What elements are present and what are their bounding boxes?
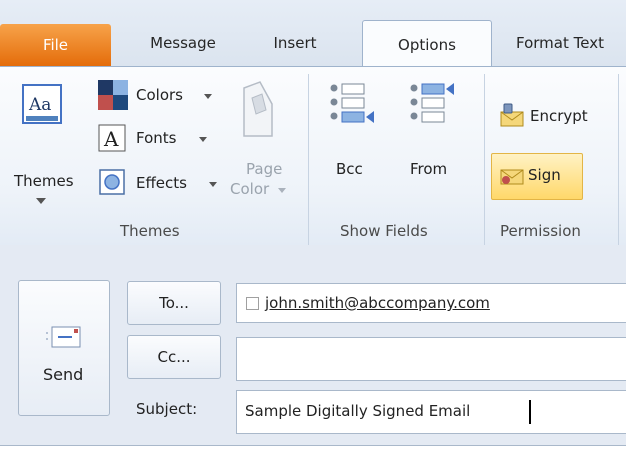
subject-value: Sample Digitally Signed Email [245,402,471,420]
group-divider [618,74,619,246]
message-body-top[interactable] [0,445,626,451]
dropdown-arrow-icon [278,188,286,193]
from-icon [410,83,454,123]
themes-label: Themes [14,172,74,190]
themes-button[interactable]: Aa Themes [14,78,88,208]
group-divider [308,74,309,246]
subject-label: Subject: [136,400,198,418]
ribbon-tab-strip: File Message Insert Options Format Text [0,0,626,68]
page-color-icon [243,81,273,137]
fonts-icon: A [98,124,126,152]
svg-text:A: A [103,127,119,151]
svg-text:Aa: Aa [28,95,51,115]
send-envelope-icon [46,326,81,348]
dropdown-arrow-icon [199,137,207,142]
effects-button[interactable]: Effects [96,168,226,198]
sign-icon [500,169,524,185]
send-label: Send [43,365,84,384]
fonts-label: Fonts [136,129,177,147]
sign-button[interactable]: Sign [491,153,583,200]
cc-button[interactable]: Cc... [127,335,221,379]
page-color-label-line1: Page [246,160,283,178]
fonts-button[interactable]: A Fonts [96,124,216,154]
effects-icon [99,169,125,195]
permission-group-label: Permission [500,222,581,240]
to-button[interactable]: To... [127,281,221,325]
dropdown-arrow-icon [36,198,46,204]
encrypt-label: Encrypt [530,107,588,125]
subject-field[interactable]: Sample Digitally Signed Email [236,390,626,434]
tab-options[interactable]: Options [362,20,492,68]
cc-field[interactable] [236,337,626,381]
text-cursor [529,400,531,424]
tab-message[interactable]: Message [128,20,238,66]
themes-group-label: Themes [120,222,180,240]
colors-button[interactable]: Colors [96,80,216,110]
tab-format-text[interactable]: Format Text [500,20,626,66]
encrypt-button[interactable]: Encrypt [494,100,616,134]
from-button[interactable]: From [396,80,468,200]
dropdown-arrow-icon [204,94,212,99]
tab-insert[interactable]: Insert [245,20,345,66]
effects-label: Effects [136,174,187,192]
page-color-button: Page Color [226,80,288,210]
bcc-icon [330,83,374,123]
themes-icon: Aa [22,84,62,124]
colors-label: Colors [136,86,183,104]
bcc-label: Bcc [336,160,363,178]
bcc-button[interactable]: Bcc [322,80,382,200]
from-label: From [410,160,448,178]
send-button[interactable]: Send [18,280,110,416]
checkbox-icon [246,297,259,310]
encrypt-icon [500,103,524,127]
sign-label: Sign [528,166,561,184]
to-recipient[interactable]: john.smith@abccompany.com [265,294,490,312]
to-field[interactable]: john.smith@abccompany.com [236,283,626,323]
dropdown-arrow-icon [209,182,217,187]
colors-icon [98,80,128,110]
show-fields-group-label: Show Fields [340,222,428,240]
page-color-label-line2: Color [230,180,270,198]
tab-file[interactable]: File [0,24,111,66]
group-divider [484,74,485,246]
